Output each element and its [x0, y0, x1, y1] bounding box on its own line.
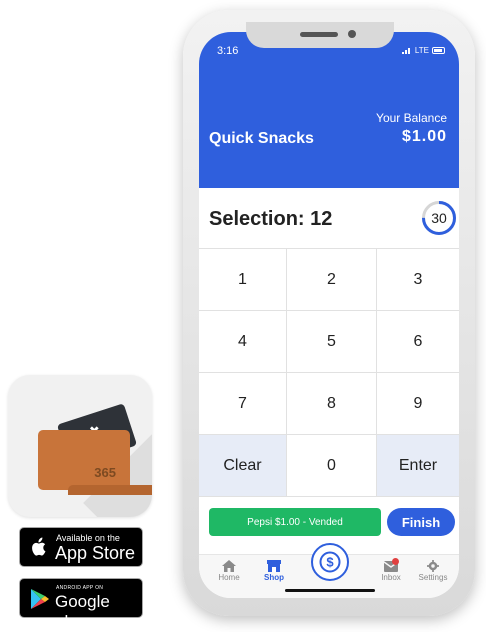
phone-screen: 3:16 LTE Your Balance $1.00 Quick Snacks… [199, 32, 459, 598]
key-5[interactable]: 5 [287, 311, 377, 373]
enter-button[interactable]: Enter [377, 435, 459, 497]
keypad: 1 2 3 4 5 6 7 8 9 Clear 0 Enter [199, 248, 459, 497]
home-indicator [285, 589, 375, 592]
shop-icon [267, 560, 281, 572]
tab-inbox[interactable]: Inbox [371, 558, 411, 582]
speaker-grille [300, 32, 338, 37]
tab-home-label: Home [218, 573, 240, 582]
wallet-label: 365 [94, 465, 116, 480]
apple-logo-icon [32, 537, 46, 556]
tab-settings[interactable]: Settings [413, 560, 453, 582]
tab-shop-label: Shop [264, 573, 284, 582]
network-label: LTE [414, 46, 429, 55]
tab-shop[interactable]: Shop [254, 560, 294, 582]
google-play-small-text: ANDROID APP ON [56, 585, 104, 591]
countdown-value: 30 [431, 210, 447, 226]
key-8[interactable]: 8 [287, 373, 377, 435]
key-1[interactable]: 1 [199, 249, 287, 311]
app-store-small-text: Available on the [56, 533, 120, 543]
balance-value: $1.00 [401, 128, 447, 145]
dollar-icon: $ [319, 551, 341, 573]
wallet-flap [68, 485, 152, 495]
wallet-icon: 365 [38, 430, 152, 495]
google-play-badge[interactable]: ANDROID APP ON Google play [19, 578, 143, 631]
app-store-text: App Store [55, 543, 136, 563]
app-header: 3:16 LTE Your Balance $1.00 Quick Snacks [199, 32, 459, 188]
key-0[interactable]: 0 [287, 435, 377, 497]
key-6[interactable]: 6 [377, 311, 459, 373]
selection-label: Selection: 12 [209, 208, 333, 230]
svg-text:$: $ [326, 555, 334, 570]
app-store-badge[interactable]: Available on the App Store [19, 527, 143, 567]
home-icon [222, 560, 236, 572]
tab-home[interactable]: Home [209, 560, 249, 582]
signal-icon [401, 48, 410, 54]
key-2[interactable]: 2 [287, 249, 377, 311]
page-title: Quick Snacks [209, 130, 314, 147]
status-indicators: LTE [401, 46, 445, 55]
pay-button[interactable]: $ [311, 543, 349, 581]
key-3[interactable]: 3 [377, 249, 459, 311]
status-time: 3:16 [217, 45, 239, 57]
clear-button[interactable]: Clear [199, 435, 287, 497]
balance-label: Your Balance [376, 111, 447, 125]
key-9[interactable]: 9 [377, 373, 459, 435]
phone-frame: 3:16 LTE Your Balance $1.00 Quick Snacks… [183, 10, 475, 616]
tab-inbox-label: Inbox [381, 573, 401, 582]
gear-icon [427, 560, 439, 572]
app-icon: ✖ 365 [8, 375, 152, 517]
key-7[interactable]: 7 [199, 373, 287, 435]
finish-button[interactable]: Finish [387, 508, 455, 536]
key-4[interactable]: 4 [199, 311, 287, 373]
front-camera [348, 30, 356, 38]
vended-status: Pepsi $1.00 - Vended [209, 508, 381, 536]
google-play-icon [31, 589, 49, 609]
google-play-text: Google play [55, 592, 110, 631]
battery-icon [432, 47, 445, 54]
phone-notch [246, 22, 394, 48]
notification-badge [392, 558, 399, 565]
tab-settings-label: Settings [418, 573, 448, 582]
